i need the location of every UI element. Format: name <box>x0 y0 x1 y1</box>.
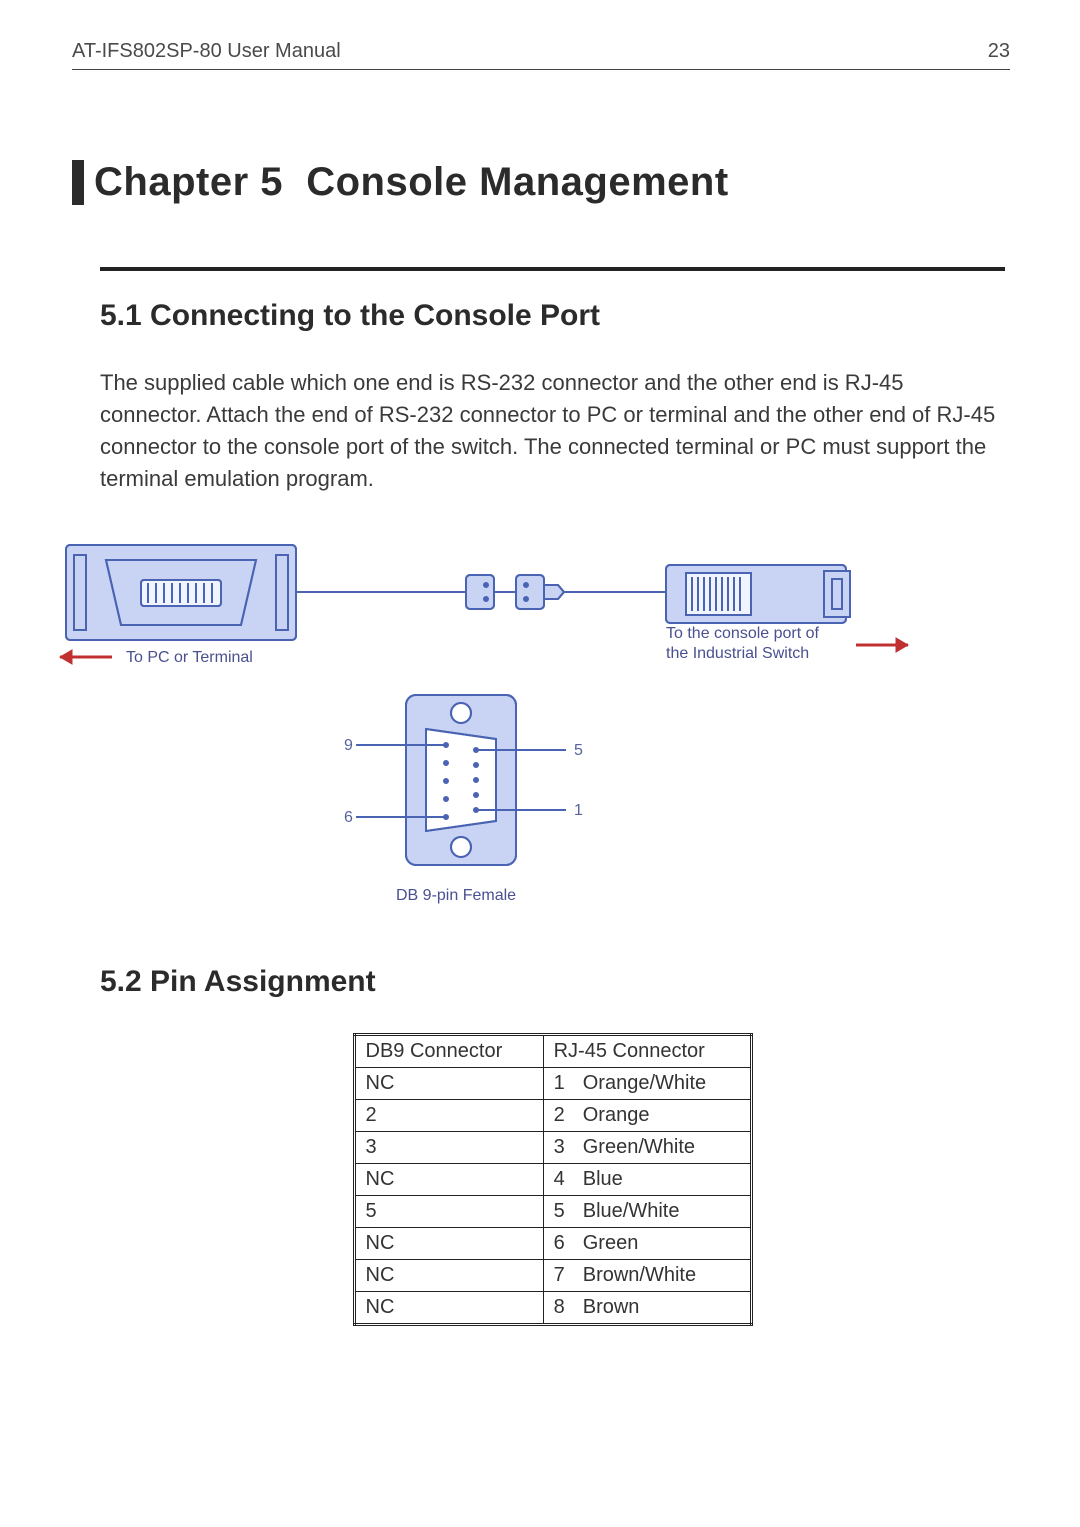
cell-rj45: 6 Green <box>543 1227 751 1259</box>
cell-db9: NC <box>354 1291 543 1324</box>
db9-pinout-icon <box>356 695 566 865</box>
cable-diagram: To PC or Terminal To the console port of… <box>46 535 946 915</box>
diagram-left-label: To PC or Terminal <box>126 649 253 666</box>
table-row: NC 7 Brown/White <box>354 1259 751 1291</box>
section-5-1-heading: 5.1 Connecting to the Console Port <box>100 299 1005 333</box>
cell-db9: NC <box>354 1163 543 1195</box>
page: AT-IFS802SP-80 User Manual 23 Chapter 5 … <box>0 0 1080 1527</box>
cell-db9: 5 <box>354 1195 543 1227</box>
pin-label-6: 6 <box>344 809 353 826</box>
diagram-right-label-1: To the console port of <box>666 625 820 642</box>
db9-connector-icon <box>66 545 296 640</box>
cell-rj45: 8 Brown <box>543 1291 751 1324</box>
cell-rj45: 7 Brown/White <box>543 1259 751 1291</box>
cell-rj45: 5 Blue/White <box>543 1195 751 1227</box>
header-rj45: RJ-45 Connector <box>543 1034 751 1067</box>
section-rule <box>100 267 1005 271</box>
cell-db9: NC <box>354 1067 543 1099</box>
table-row: NC 6 Green <box>354 1227 751 1259</box>
diagram-right-label-2: the Industrial Switch <box>666 645 809 662</box>
cable-joiner-icon <box>466 575 564 609</box>
page-header: AT-IFS802SP-80 User Manual 23 <box>72 40 1010 70</box>
table-row: 3 3 Green/White <box>354 1131 751 1163</box>
pin-label-1: 1 <box>574 802 583 819</box>
cell-rj45: 4 Blue <box>543 1163 751 1195</box>
cell-db9: NC <box>354 1259 543 1291</box>
table-row: 5 5 Blue/White <box>354 1195 751 1227</box>
pin-assignment-table: DB9 Connector RJ-45 Connector NC 1 Orang… <box>353 1033 753 1326</box>
cell-db9: NC <box>354 1227 543 1259</box>
header-db9: DB9 Connector <box>354 1034 543 1067</box>
pin-label-9: 9 <box>344 737 353 754</box>
chapter-name: Console Management <box>306 160 728 204</box>
table-header-row: DB9 Connector RJ-45 Connector <box>354 1034 751 1067</box>
db9-caption: DB 9-pin Female <box>396 887 516 904</box>
pin-label-5: 5 <box>574 742 583 759</box>
cell-rj45: 3 Green/White <box>543 1131 751 1163</box>
cell-rj45: 1 Orange/White <box>543 1067 751 1099</box>
table-row: NC 8 Brown <box>354 1291 751 1324</box>
section-5-2-heading: 5.2 Pin Assignment <box>100 965 1005 999</box>
section-5-1: 5.1 Connecting to the Console Port The s… <box>100 267 1005 495</box>
cell-rj45: 2 Orange <box>543 1099 751 1131</box>
doc-title: AT-IFS802SP-80 User Manual <box>72 40 341 63</box>
cell-db9: 3 <box>354 1131 543 1163</box>
arrow-right-icon <box>856 638 908 652</box>
table-row: NC 1 Orange/White <box>354 1067 751 1099</box>
section-5-1-paragraph: The supplied cable which one end is RS-2… <box>100 367 1005 495</box>
arrow-left-icon <box>60 650 112 664</box>
cell-db9: 2 <box>354 1099 543 1131</box>
title-accent-bar <box>72 160 84 205</box>
page-number: 23 <box>988 40 1010 63</box>
section-5-2: 5.2 Pin Assignment DB9 Connector RJ-45 C… <box>100 965 1005 1326</box>
chapter-label: Chapter 5 <box>94 160 283 204</box>
table-row: NC 4 Blue <box>354 1163 751 1195</box>
rj45-connector-icon <box>666 565 850 623</box>
chapter-title: Chapter 5 Console Management <box>72 160 1010 205</box>
table-row: 2 2 Orange <box>354 1099 751 1131</box>
